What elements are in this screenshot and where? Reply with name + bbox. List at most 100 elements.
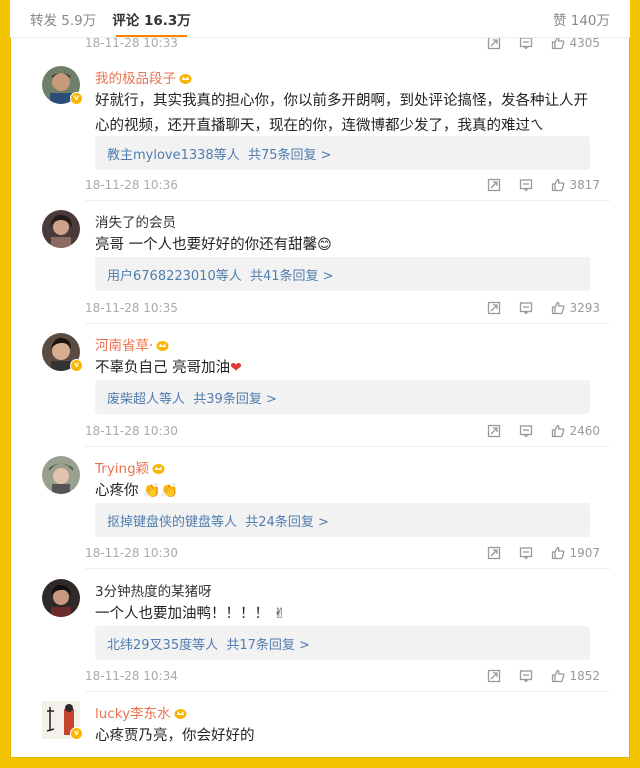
reply-count-link[interactable]: 共24条回复 > bbox=[245, 511, 329, 530]
emoji: 😊 bbox=[317, 237, 332, 253]
comment-icon bbox=[520, 179, 533, 192]
comment-text: 好就行，其实我真的担心你，你以前多开朗啊，到处评论搞怪，发各种让人开心的视频，还… bbox=[95, 89, 590, 139]
comment-meta-row: 18-11-28 10:30 2460 bbox=[85, 420, 600, 442]
like-count: 2460 bbox=[569, 424, 600, 438]
like-action[interactable]: 1852 bbox=[551, 669, 600, 683]
comment-author[interactable]: 河南省草· bbox=[95, 334, 169, 354]
repost-icon bbox=[488, 546, 501, 560]
author-name: Trying颖 bbox=[95, 461, 150, 477]
like-action[interactable]: 3817 bbox=[551, 178, 600, 192]
author-name: lucky李东水 bbox=[95, 706, 171, 722]
repost-icon bbox=[488, 36, 501, 50]
like-action[interactable]: 4305 bbox=[551, 36, 600, 50]
comment-time: 18-11-28 10:36 bbox=[85, 178, 178, 192]
divider bbox=[85, 691, 610, 692]
comment-icon bbox=[520, 37, 533, 50]
divider bbox=[85, 323, 610, 324]
author-name: 消失了的会员 bbox=[95, 215, 176, 231]
reply-summary[interactable]: 抠掉键盘侠的键盘等人 共24条回复 > bbox=[95, 503, 590, 537]
reply-summary[interactable]: 教主mylove1338等人 共75条回复 > bbox=[95, 136, 590, 170]
verified-badge-icon: v bbox=[70, 92, 83, 105]
like-icon bbox=[552, 178, 565, 192]
repost-icon bbox=[488, 669, 501, 683]
reply-summary[interactable]: 北纬29叉35度等人 共17条回复 > bbox=[95, 626, 590, 660]
repost-action[interactable] bbox=[487, 178, 501, 192]
comment-meta-row: 18-11-28 10:36 3817 bbox=[85, 174, 600, 196]
comment-time: 18-11-28 10:33 bbox=[85, 36, 178, 50]
like-icon bbox=[552, 301, 565, 315]
avatar[interactable] bbox=[42, 456, 80, 494]
comment-author[interactable]: Trying颖 bbox=[95, 457, 165, 477]
comment-body: 不辜负自己 亮哥加油 bbox=[95, 360, 231, 376]
comment-author[interactable]: 消失了的会员 bbox=[95, 211, 176, 231]
comment-item: 消失了的会员 亮哥 一个人也要好好的你还有甜馨😊 用户6768223010等人 … bbox=[32, 210, 610, 300]
comment-time: 18-11-28 10:30 bbox=[85, 546, 178, 560]
avatar[interactable] bbox=[42, 579, 80, 617]
verified-badge-icon: v bbox=[70, 359, 83, 372]
weibo-comments-panel: 转发 5.9万 评论 16.3万 赞 140万 18-11-28 10:33 4… bbox=[10, 0, 630, 758]
vip-crown-icon bbox=[174, 709, 187, 719]
repost-icon bbox=[488, 301, 501, 315]
comment-author[interactable]: lucky李东水 bbox=[95, 702, 187, 722]
reply-summary[interactable]: 用户6768223010等人 共41条回复 > bbox=[95, 257, 590, 291]
tab-repost[interactable]: 转发 5.9万 bbox=[30, 9, 96, 29]
comment-text: 心疼你 👏👏 bbox=[95, 479, 590, 504]
reply-users: 用户6768223010等人 bbox=[107, 268, 242, 284]
comment-icon bbox=[520, 425, 533, 438]
author-name: 河南省草· bbox=[95, 338, 154, 354]
reply-users: 废柴超人等人 bbox=[107, 391, 186, 407]
like-count: 4305 bbox=[569, 36, 600, 50]
comment-author[interactable]: 我的极品段子 bbox=[95, 67, 192, 87]
comment-text: 不辜负自己 亮哥加油❤ bbox=[95, 356, 590, 381]
comment-text: 一个人也要加油鸭！！！！ ✌ bbox=[95, 602, 590, 627]
author-name: 3分钟热度的某猪呀 bbox=[95, 584, 212, 600]
like-action[interactable]: 1907 bbox=[551, 546, 600, 560]
like-count: 1852 bbox=[569, 669, 600, 683]
like-action[interactable]: 2460 bbox=[551, 424, 600, 438]
reply-count-link[interactable]: 共41条回复 > bbox=[250, 265, 334, 284]
like-action[interactable]: 3293 bbox=[551, 301, 600, 315]
tab-like[interactable]: 赞 140万 bbox=[553, 9, 610, 29]
comment-time: 18-11-28 10:34 bbox=[85, 669, 178, 683]
reply-action[interactable] bbox=[519, 424, 533, 438]
like-count: 3293 bbox=[569, 301, 600, 315]
comment-body: 亮哥 一个人也要好好的你还有甜馨 bbox=[95, 237, 318, 253]
comment-text: 心疼贾乃亮，你会好好的 bbox=[95, 724, 590, 749]
emoji: ✌ bbox=[273, 606, 286, 622]
reply-count-link[interactable]: 共75条回复 > bbox=[248, 144, 332, 163]
like-icon bbox=[552, 36, 565, 50]
reply-users: 北纬29叉35度等人 bbox=[107, 637, 219, 653]
reply-count-link[interactable]: 共39条回复 > bbox=[193, 388, 277, 407]
verified-badge-icon: v bbox=[70, 727, 83, 740]
vip-crown-icon bbox=[156, 341, 169, 351]
repost-action[interactable] bbox=[487, 301, 501, 315]
author-name: 我的极品段子 bbox=[95, 71, 176, 87]
avatar[interactable] bbox=[42, 210, 80, 248]
repost-action[interactable] bbox=[487, 669, 501, 683]
repost-icon bbox=[488, 424, 501, 438]
comment-icon bbox=[520, 547, 533, 560]
comment-meta-row: 18-11-28 10:34 1852 bbox=[85, 665, 600, 687]
like-icon bbox=[552, 546, 565, 560]
comment-icon bbox=[520, 302, 533, 315]
repost-action[interactable] bbox=[487, 36, 501, 50]
reply-action[interactable] bbox=[519, 178, 533, 192]
emoji: 👏👏 bbox=[143, 483, 178, 499]
comment-text: 亮哥 一个人也要好好的你还有甜馨😊 bbox=[95, 233, 590, 258]
repost-action[interactable] bbox=[487, 424, 501, 438]
comment-body: 心疼贾乃亮，你会好好的 bbox=[95, 728, 255, 744]
tab-comment[interactable]: 评论 16.3万 bbox=[112, 9, 191, 37]
reply-action[interactable] bbox=[519, 36, 533, 50]
comment-item: 3分钟热度的某猪呀 一个人也要加油鸭！！！！ ✌ 北纬29叉35度等人 共17条… bbox=[32, 579, 610, 669]
reply-action[interactable] bbox=[519, 301, 533, 315]
divider bbox=[85, 446, 610, 447]
repost-action[interactable] bbox=[487, 546, 501, 560]
reply-summary[interactable]: 废柴超人等人 共39条回复 > bbox=[95, 380, 590, 414]
reply-action[interactable] bbox=[519, 546, 533, 560]
comment-author[interactable]: 3分钟热度的某猪呀 bbox=[95, 580, 212, 600]
divider bbox=[85, 200, 610, 201]
reply-action[interactable] bbox=[519, 669, 533, 683]
comment-meta-row: 18-11-28 10:35 3293 bbox=[85, 297, 600, 319]
reply-count-link[interactable]: 共17条回复 > bbox=[226, 634, 310, 653]
comment-icon bbox=[520, 670, 533, 683]
